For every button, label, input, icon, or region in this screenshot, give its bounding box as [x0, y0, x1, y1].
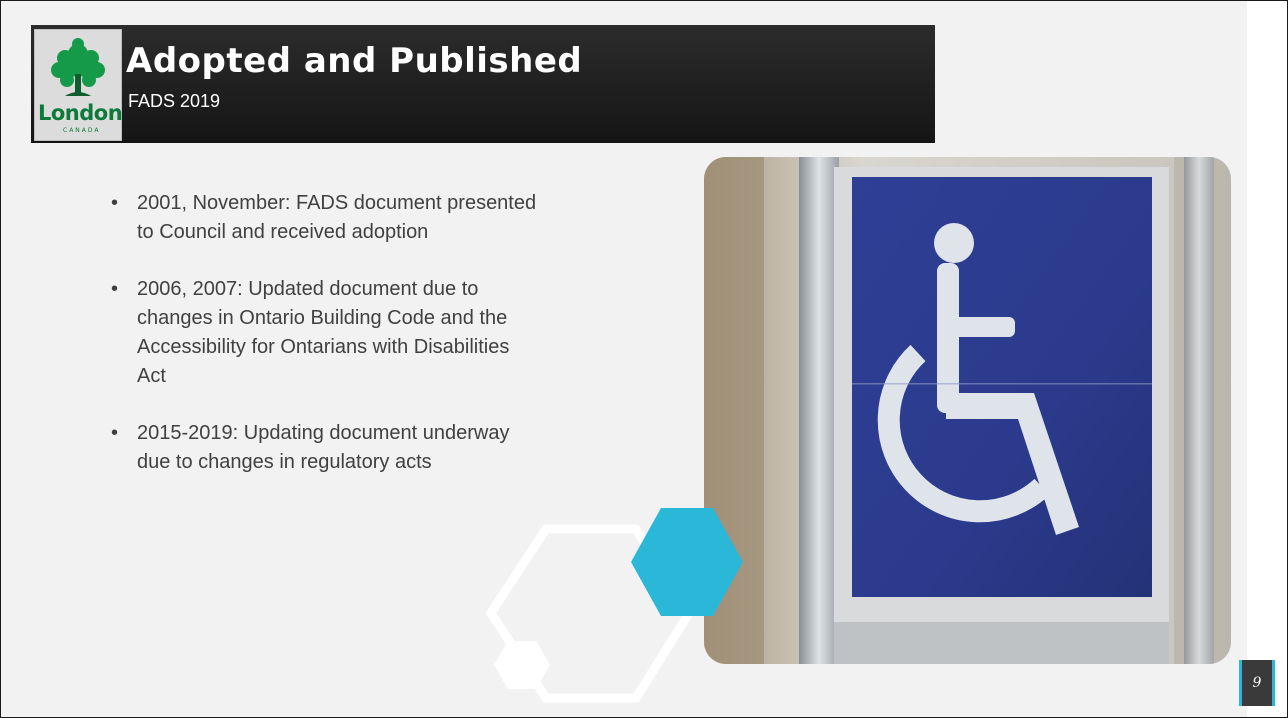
hexagon-accent: [631, 508, 743, 616]
accent-hexagon-decoration: [631, 508, 743, 616]
slide: London CANADA Adopted and Published FADS…: [0, 0, 1288, 718]
page-number: 9: [1239, 660, 1275, 706]
